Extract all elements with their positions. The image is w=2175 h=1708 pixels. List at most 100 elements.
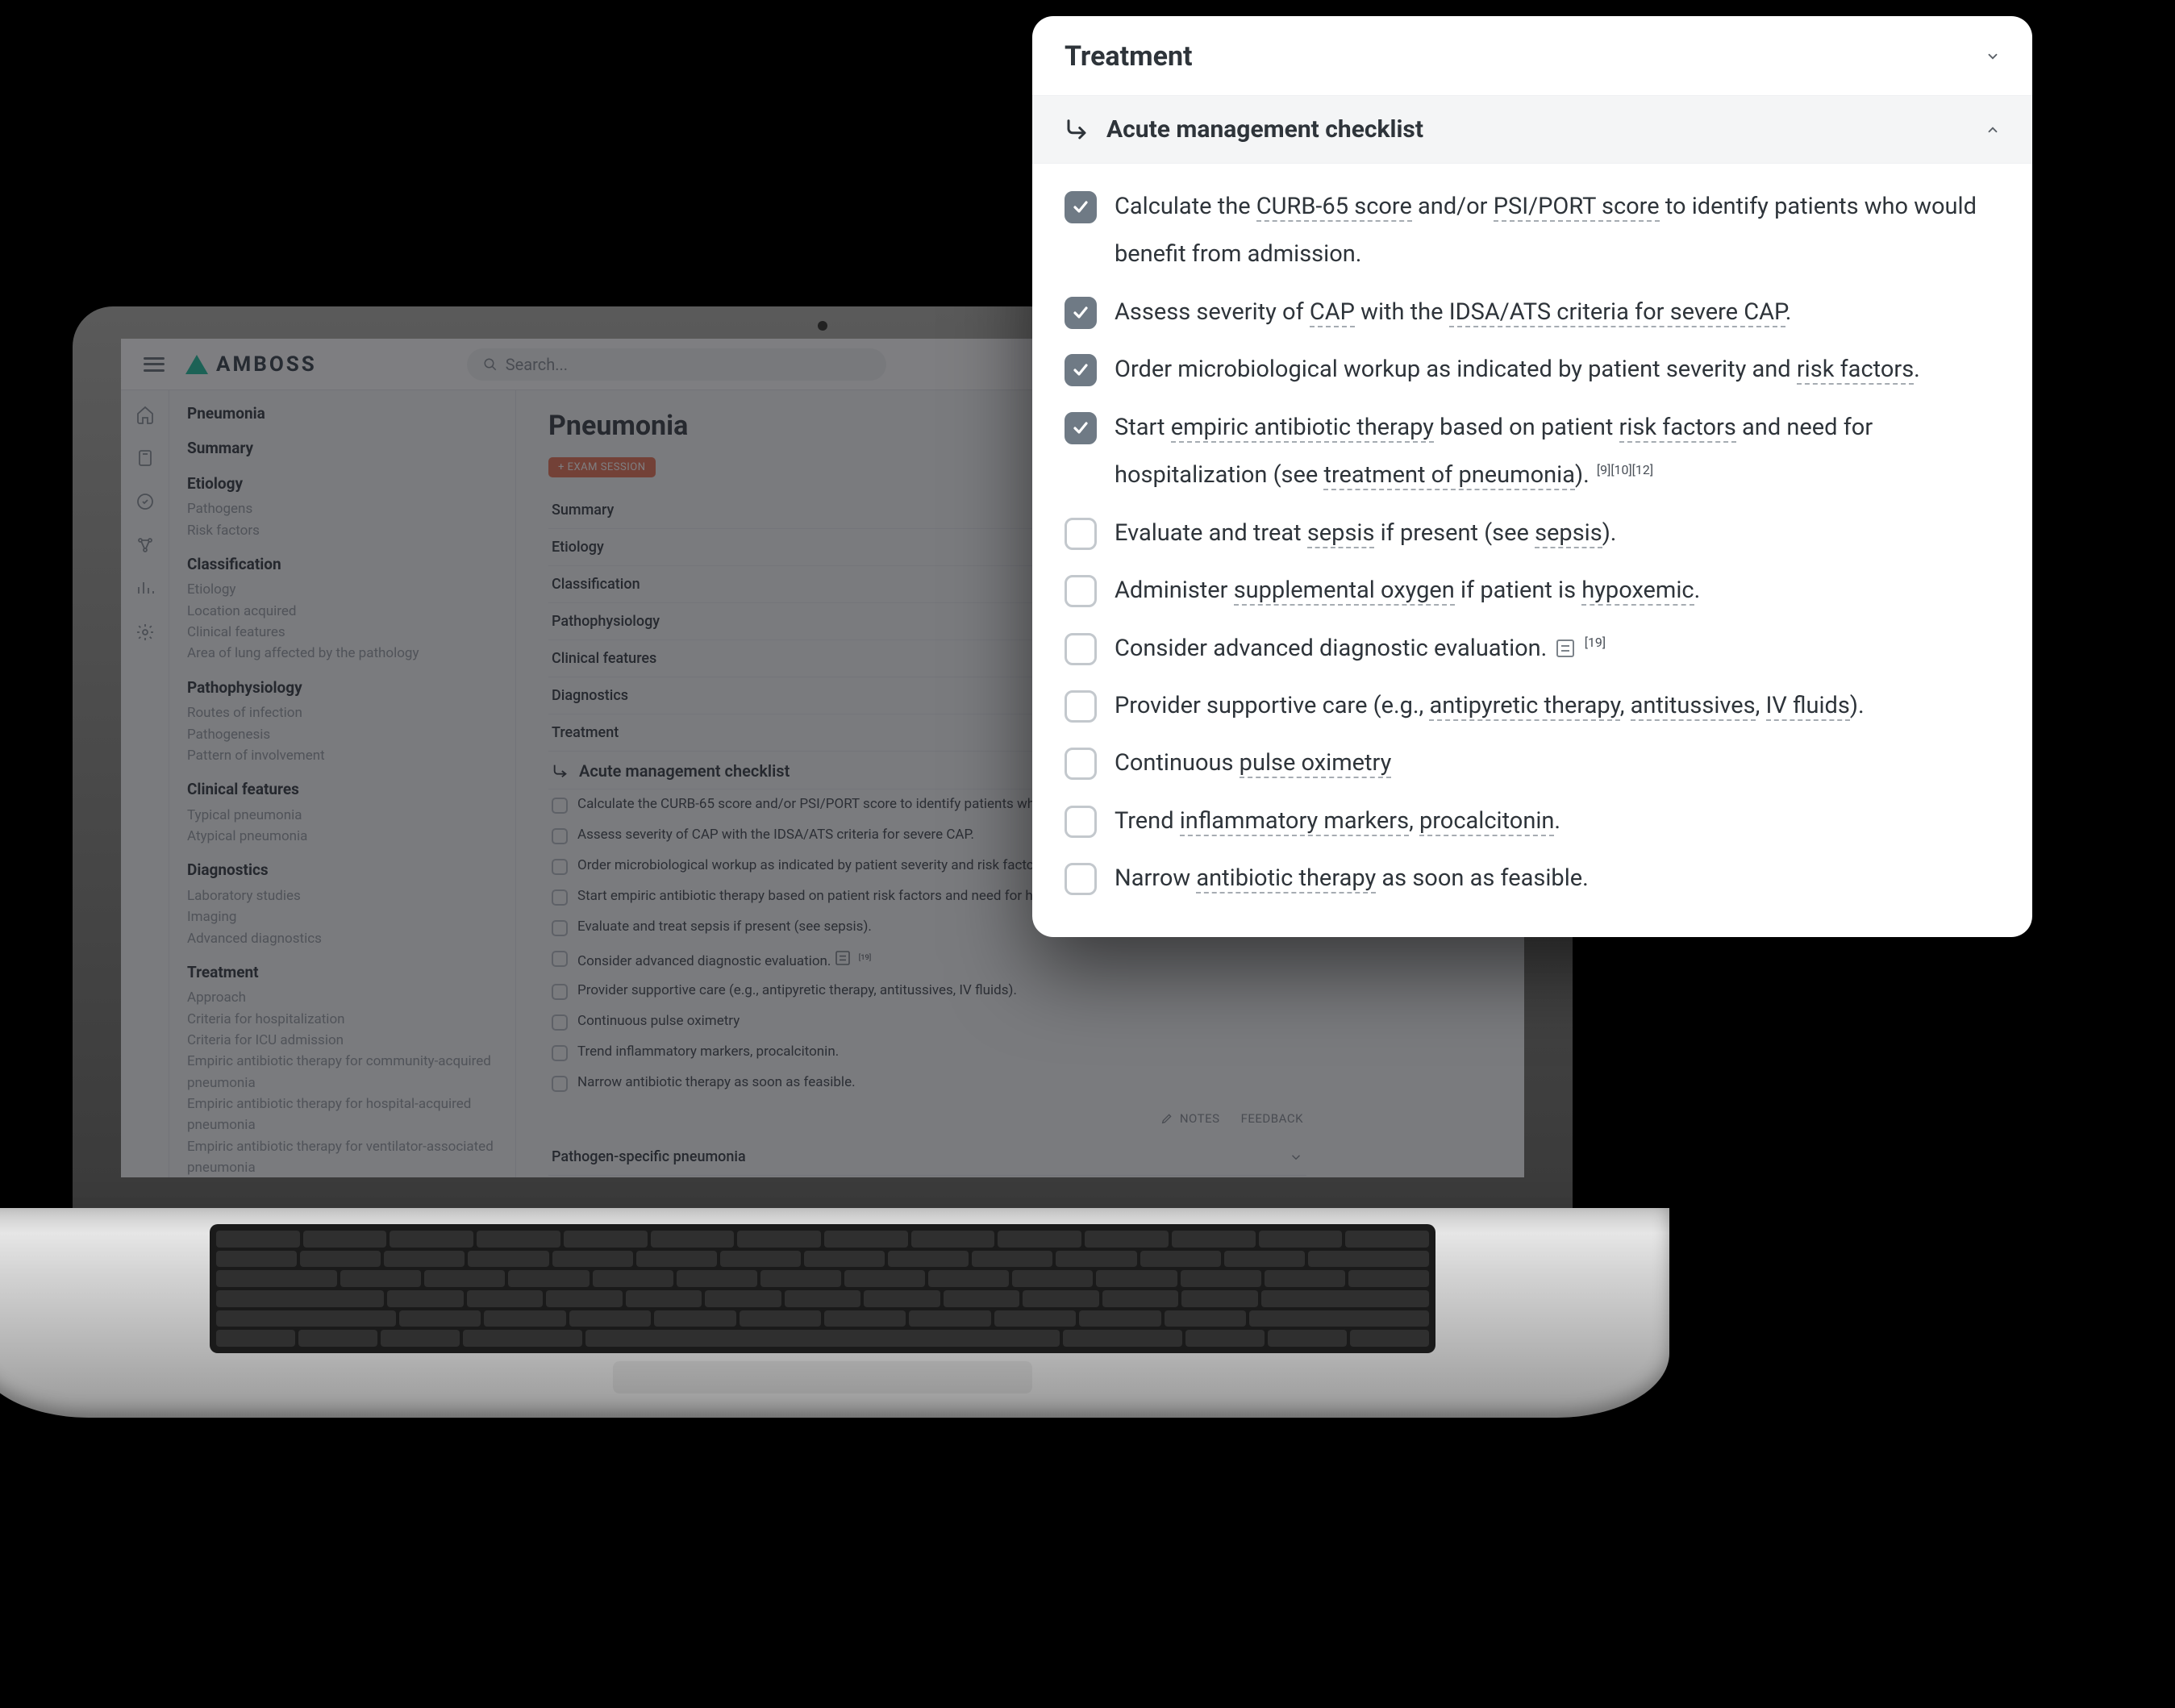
brand-logo-icon	[185, 355, 208, 374]
arrow-subitem-icon	[1065, 118, 1089, 142]
checkbox[interactable]	[1065, 191, 1097, 223]
gear-icon[interactable]	[135, 623, 155, 642]
brand-text: AMBOSS	[216, 352, 317, 377]
pencil-icon	[1160, 1112, 1173, 1125]
sidebar-item[interactable]: Pathogens	[187, 498, 501, 519]
sidebar-section-title[interactable]: Treatment	[187, 960, 501, 984]
checkbox-icon[interactable]	[552, 1045, 568, 1061]
molecule-icon[interactable]	[135, 535, 155, 555]
overlay-header[interactable]: Treatment	[1032, 16, 2032, 96]
brand[interactable]: AMBOSS	[185, 352, 317, 377]
checkbox[interactable]	[1065, 690, 1097, 723]
overlay-checklist-item: Start empiric antibiotic therapy based o…	[1065, 399, 2000, 505]
overlay-checklist-text: Administer supplemental oxygen if patien…	[1115, 567, 2000, 614]
checkbox-icon[interactable]	[552, 984, 568, 1000]
content-checklist-item[interactable]: Continuous pulse oximetry	[548, 1006, 1306, 1037]
menu-icon[interactable]	[144, 357, 165, 372]
trackpad	[613, 1361, 1032, 1393]
checkbox-icon[interactable]	[552, 1076, 568, 1092]
content-collapsed-row[interactable]: Aspiration pneumonia	[548, 1176, 1306, 1177]
sidebar-section-title[interactable]: Classification	[187, 552, 501, 576]
content-checklist-item[interactable]: Provider supportive care (e.g., antipyre…	[548, 976, 1306, 1006]
home-icon[interactable]	[135, 405, 155, 424]
overlay-checklist-text: Trend inflammatory markers, procalcitoni…	[1115, 798, 2000, 845]
overlay-checklist-text: Consider advanced diagnostic evaluation.…	[1115, 625, 2000, 673]
overlay-subtitle: Acute management checklist	[1106, 115, 1423, 144]
arrow-subitem-icon	[552, 762, 569, 780]
overlay-checklist-item: Continuous pulse oximetry	[1065, 735, 2000, 792]
sidebar-item[interactable]: Criteria for hospitalization	[187, 1009, 501, 1030]
checkbox-icon[interactable]	[552, 889, 568, 906]
sidebar-item[interactable]: Laboratory studies	[187, 885, 501, 906]
checkbox-icon[interactable]	[552, 859, 568, 875]
sidebar-item[interactable]: Pattern of involvement	[187, 745, 501, 766]
checkbox-icon[interactable]	[552, 951, 568, 967]
stats-icon[interactable]	[135, 579, 155, 598]
sidebar-item[interactable]: Imaging	[187, 906, 501, 927]
sidebar-item[interactable]: Atypical pneumonia	[187, 826, 501, 847]
chevron-up-icon[interactable]	[1985, 123, 2000, 137]
content-collapsed-row[interactable]: Pathogen-specific pneumonia	[548, 1139, 1306, 1176]
chevron-down-icon[interactable]	[1985, 49, 2000, 64]
content-subheading-label: Acute management checklist	[579, 761, 790, 781]
sidebar-item[interactable]: Criteria for ICU admission	[187, 1030, 501, 1051]
sidebar-item[interactable]: Typical pneumonia	[187, 805, 501, 826]
sidebar-item[interactable]: Routes of infection	[187, 702, 501, 723]
sidebar-section-title[interactable]: Diagnostics	[187, 858, 501, 881]
sidebar-section-title[interactable]: Pathophysiology	[187, 676, 501, 699]
search-placeholder: Search...	[506, 355, 568, 374]
content-checklist-item[interactable]: Narrow antibiotic therapy as soon as fea…	[548, 1068, 1306, 1098]
checkbox-icon[interactable]	[552, 1014, 568, 1031]
notes-button[interactable]: NOTES	[1160, 1111, 1220, 1126]
sidebar-item[interactable]: Etiology	[187, 579, 501, 600]
sidebar-section-title[interactable]: Clinical features	[187, 777, 501, 801]
overlay-checklist-text: Continuous pulse oximetry	[1115, 739, 2000, 787]
checkbox[interactable]	[1065, 297, 1097, 329]
overlay-checklist-item: Narrow antibiotic therapy as soon as fea…	[1065, 850, 2000, 907]
feedback-button[interactable]: FEEDBACK	[1241, 1111, 1303, 1126]
sidebar-item[interactable]: Empiric antibiotic therapy for hospital-…	[187, 1094, 501, 1136]
sidebar-item[interactable]: Area of lung affected by the pathology	[187, 643, 501, 664]
chevron-down-icon	[1289, 1150, 1303, 1164]
sidebar-item[interactable]: Approach	[187, 987, 501, 1008]
sidebar-article-title[interactable]: Pneumonia	[187, 402, 501, 425]
content-checklist-item[interactable]: Consider advanced diagnostic evaluation.…	[548, 943, 1306, 976]
overlay-checklist-text: Start empiric antibiotic therapy based o…	[1115, 404, 2000, 500]
sidebar-item[interactable]: Advanced diagnostics	[187, 928, 501, 949]
checkbox[interactable]	[1065, 518, 1097, 550]
sidebar-item[interactable]: Empiric antibiotic therapy for community…	[187, 1051, 501, 1094]
search-icon	[483, 357, 498, 372]
overlay-checklist-text: Evaluate and treat sepsis if present (se…	[1115, 510, 2000, 557]
checkbox[interactable]	[1065, 806, 1097, 838]
target-icon[interactable]	[135, 492, 155, 511]
checkbox-icon[interactable]	[552, 828, 568, 844]
content-checklist-item[interactable]: Trend inflammatory markers, procalcitoni…	[548, 1037, 1306, 1068]
sidebar-section-title[interactable]: Summary	[187, 436, 501, 460]
overlay-checklist-text: Provider supportive care (e.g., antipyre…	[1115, 682, 2000, 730]
checkbox-icon[interactable]	[552, 920, 568, 936]
exam-session-button[interactable]: + EXAM SESSION	[548, 457, 656, 477]
checkbox[interactable]	[1065, 633, 1097, 665]
overlay-checklist-item: Evaluate and treat sepsis if present (se…	[1065, 505, 2000, 562]
checkbox[interactable]	[1065, 575, 1097, 607]
overlay-checklist-text: Assess severity of CAP with the IDSA/ATS…	[1115, 289, 2000, 336]
sidebar-item[interactable]: Empiric antibiotic therapy for ventilato…	[187, 1136, 501, 1177]
checkbox[interactable]	[1065, 863, 1097, 895]
overlay-checklist-item: Consider advanced diagnostic evaluation.…	[1065, 620, 2000, 677]
overlay-title: Treatment	[1065, 40, 1193, 73]
checkbox-icon[interactable]	[552, 798, 568, 814]
sidebar-item[interactable]: Clinical features	[187, 622, 501, 643]
overlay-checklist-item: Trend inflammatory markers, procalcitoni…	[1065, 793, 2000, 850]
content-actions: NOTES FEEDBACK	[548, 1098, 1306, 1139]
checkbox[interactable]	[1065, 412, 1097, 444]
overlay-body: Calculate the CURB-65 score and/or PSI/P…	[1032, 164, 2032, 937]
checkbox[interactable]	[1065, 748, 1097, 780]
sidebar-item[interactable]: Location acquired	[187, 601, 501, 622]
overlay-subheader[interactable]: Acute management checklist	[1032, 96, 2032, 164]
search-input[interactable]: Search...	[467, 348, 886, 381]
checkbox[interactable]	[1065, 354, 1097, 386]
book-icon[interactable]	[135, 448, 155, 468]
sidebar-section-title[interactable]: Etiology	[187, 472, 501, 495]
sidebar-item[interactable]: Risk factors	[187, 520, 501, 541]
sidebar-item[interactable]: Pathogenesis	[187, 724, 501, 745]
